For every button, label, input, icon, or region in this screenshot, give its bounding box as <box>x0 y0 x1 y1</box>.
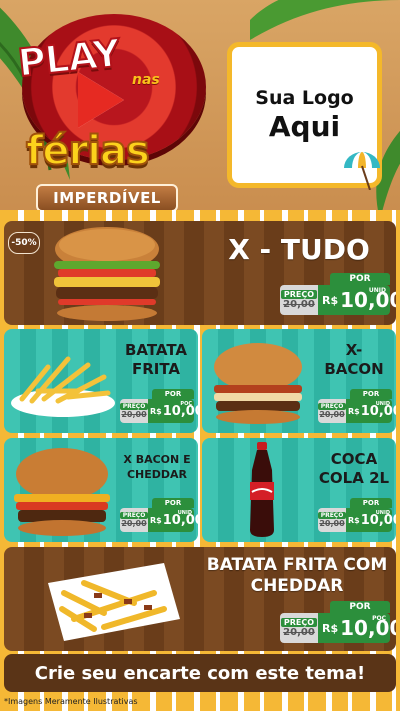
beach-umbrella-icon <box>344 152 380 190</box>
play-triangle-icon <box>78 72 124 128</box>
header-banner: PLAY nas férias IMPERDÍVEL Sua Logo Aqui <box>0 0 400 218</box>
new-price-box: R$ 10,00 UNID <box>318 285 396 315</box>
soda-bottle-image <box>250 442 274 537</box>
old-price-box: PREÇO 20,00 <box>119 399 149 423</box>
preco-label: PREÇO <box>317 403 347 410</box>
por-label: POR <box>152 498 194 508</box>
discount-badge: -50% <box>8 232 40 254</box>
price-tag: POR PREÇO 20,00 R$ 10,00 UNID <box>317 389 396 423</box>
unit-label: UNID <box>368 287 386 294</box>
cta-banner[interactable]: Crie seu encarte com este tema! <box>4 654 396 692</box>
preco-label: PREÇO <box>280 618 318 627</box>
product-name-line-2: BACON <box>324 360 384 378</box>
currency: R$ <box>150 515 162 525</box>
product-name: BATATA FRITA <box>116 341 196 379</box>
burger-image <box>14 448 110 536</box>
price-tag: POR PREÇO 20,00 R$ 10,00 POÇ <box>119 389 198 423</box>
price-tag: POR PREÇO 20,00 R$ 10,00 POÇ <box>280 601 396 643</box>
por-label: POR <box>152 389 194 399</box>
burger-image <box>54 227 160 321</box>
product-card-x-tudo[interactable]: X - TUDO POR PREÇO 20,00 R$ 10,00 UNID <box>4 221 396 325</box>
preco-label: PREÇO <box>317 512 347 519</box>
currency: R$ <box>322 621 339 635</box>
old-price: 20,00 <box>319 519 345 528</box>
palm-leaf-top <box>250 0 400 40</box>
price-tag: POR PREÇO 20,00 R$ 10,00 UNID <box>280 273 396 315</box>
product-card-x-bacon-cheddar[interactable]: X BACON E CHEDDAR POR PREÇO 20,00 R$ 10,… <box>4 438 198 542</box>
product-name: X BACON E CHEDDAR <box>116 452 198 482</box>
por-label: POR <box>330 601 390 613</box>
old-price: 20,00 <box>319 410 345 419</box>
por-label: POR <box>330 273 390 285</box>
product-name: BATATA FRITA COM CHEDDAR <box>200 555 394 597</box>
product-name-line-1: BATATA FRITA COM <box>206 555 388 575</box>
product-name-line-1: COCA <box>330 450 378 468</box>
product-name-line-1: BATATA <box>124 341 188 359</box>
preco-label: PREÇO <box>119 403 149 410</box>
unit-label: POÇ <box>180 401 192 407</box>
old-price: 20,00 <box>121 410 147 419</box>
old-price-box: PREÇO 20,00 <box>280 285 318 315</box>
fries-image <box>11 356 115 417</box>
old-price-box: PREÇO 20,00 <box>280 613 318 643</box>
old-price-box: PREÇO 20,00 <box>317 508 347 532</box>
logo-line-1: Sua Logo <box>255 87 354 109</box>
product-name-line-2: COLA 2L <box>318 469 390 487</box>
ferias-title: férias <box>25 127 151 175</box>
unit-label: UNID <box>375 510 390 516</box>
logo-line-2: Aqui <box>268 110 341 143</box>
product-name: COCA COLA 2L <box>314 450 394 488</box>
new-price: 10,00 <box>340 616 396 640</box>
fries-cheddar-image <box>48 563 180 641</box>
old-price: 20,00 <box>283 627 315 638</box>
unit-label: UNID <box>375 401 390 407</box>
new-price-box: R$ 10,00 UNID <box>148 508 198 532</box>
imperdivel-tag: IMPERDÍVEL <box>36 184 178 212</box>
product-card-coca-cola[interactable]: COCA COLA 2L POR PREÇO 20,00 R$ 10,00 UN… <box>202 438 396 542</box>
product-name-line-1: X- <box>345 341 363 359</box>
por-label: POR <box>350 498 392 508</box>
nas-title: nas <box>132 72 160 88</box>
unit-label: UNID <box>177 510 192 516</box>
product-name-line-2: FRITA <box>131 360 181 378</box>
product-card-batata-frita[interactable]: BATATA FRITA POR PREÇO 20,00 R$ 10,00 PO… <box>4 329 198 433</box>
disclaimer-text: *Imagens Meramente Ilustrativas <box>4 697 138 706</box>
price-tag: POR PREÇO 20,00 R$ 10,00 UNID <box>317 498 396 532</box>
unit-label: POÇ <box>372 615 386 622</box>
new-price-box: R$ 10,00 UNID <box>346 508 396 532</box>
por-label: POR <box>350 389 392 399</box>
product-name: X - TUDO <box>228 233 370 266</box>
product-name-line-2: CHEDDAR <box>126 468 188 481</box>
product-name-line-1: X BACON E <box>123 453 191 466</box>
product-card-x-bacon[interactable]: X- BACON POR PREÇO 20,00 R$ 10,00 UNID <box>202 329 396 433</box>
currency: R$ <box>322 293 339 307</box>
old-price: 20,00 <box>283 299 315 310</box>
preco-label: PREÇO <box>119 512 149 519</box>
burger-image <box>214 343 302 424</box>
currency: R$ <box>348 515 360 525</box>
preco-label: PREÇO <box>280 290 318 299</box>
old-price-box: PREÇO 20,00 <box>119 508 149 532</box>
currency: R$ <box>348 406 360 416</box>
old-price-box: PREÇO 20,00 <box>317 399 347 423</box>
price-tag: POR PREÇO 20,00 R$ 10,00 UNID <box>119 498 198 532</box>
currency: R$ <box>150 406 162 416</box>
new-price-box: R$ 10,00 POÇ <box>148 399 198 423</box>
product-name-line-2: CHEDDAR <box>250 576 344 596</box>
new-price-box: R$ 10,00 UNID <box>346 399 396 423</box>
product-name: X- BACON <box>314 341 394 379</box>
new-price-box: R$ 10,00 POÇ <box>318 613 396 643</box>
product-card-batata-cheddar[interactable]: BATATA FRITA COM CHEDDAR POR PREÇO 20,00… <box>4 547 396 651</box>
old-price: 20,00 <box>121 519 147 528</box>
